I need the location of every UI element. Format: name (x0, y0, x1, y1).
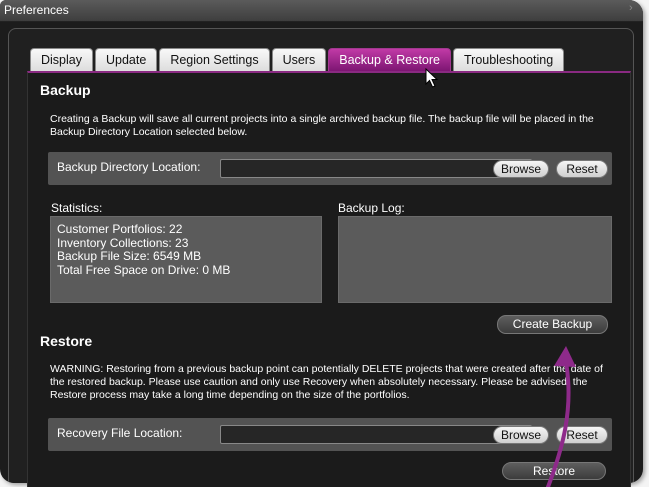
backup-directory-input[interactable] (220, 159, 532, 178)
recovery-file-row: Recovery File Location: Browse Reset (48, 418, 612, 451)
preferences-window: Preferences › Display Update Region Sett… (0, 0, 649, 487)
backup-directory-row: Backup Directory Location: Browse Reset (48, 152, 612, 185)
window-title: Preferences (4, 3, 69, 17)
backup-reset-button[interactable]: Reset (556, 160, 608, 178)
tab-strip: Display Update Region Settings Users Bac… (30, 48, 566, 72)
mouse-pointer-icon (425, 68, 439, 88)
backup-browse-button[interactable]: Browse (493, 160, 549, 178)
create-backup-button[interactable]: Create Backup (497, 315, 608, 334)
tab-troubleshooting[interactable]: Troubleshooting (452, 48, 565, 72)
tab-display[interactable]: Display (30, 48, 93, 72)
backup-description: Creating a Backup will save all current … (50, 113, 594, 138)
statistics-panel: Customer Portfolios: 22 Inventory Collec… (50, 216, 322, 303)
backup-log-panel[interactable] (338, 216, 612, 303)
stat-inventory-collections: Inventory Collections: 23 (57, 235, 189, 250)
restore-warning: WARNING: Restoring from a previous backu… (50, 363, 603, 401)
recovery-file-input[interactable] (220, 425, 532, 444)
tab-users[interactable]: Users (271, 48, 327, 72)
close-icon[interactable]: › (629, 2, 639, 16)
tab-region-settings[interactable]: Region Settings (159, 48, 270, 72)
recovery-file-label: Recovery File Location: (57, 426, 183, 440)
statistics-label: Statistics: (51, 201, 103, 215)
backup-heading: Backup (40, 82, 91, 98)
title-bar[interactable]: Preferences › (0, 0, 643, 22)
backup-directory-label: Backup Directory Location: (57, 160, 201, 174)
stat-backup-file-size: Backup File Size: 6549 MB (57, 249, 202, 263)
restore-heading: Restore (40, 333, 93, 349)
backup-log-label: Backup Log: (338, 201, 405, 215)
curved-arrow-icon (546, 346, 576, 487)
stat-customer-portfolios: Customer Portfolios: 22 (57, 222, 183, 236)
tab-update[interactable]: Update (95, 48, 158, 72)
stat-free-space: Total Free Space on Drive: 0 MB (57, 262, 231, 277)
